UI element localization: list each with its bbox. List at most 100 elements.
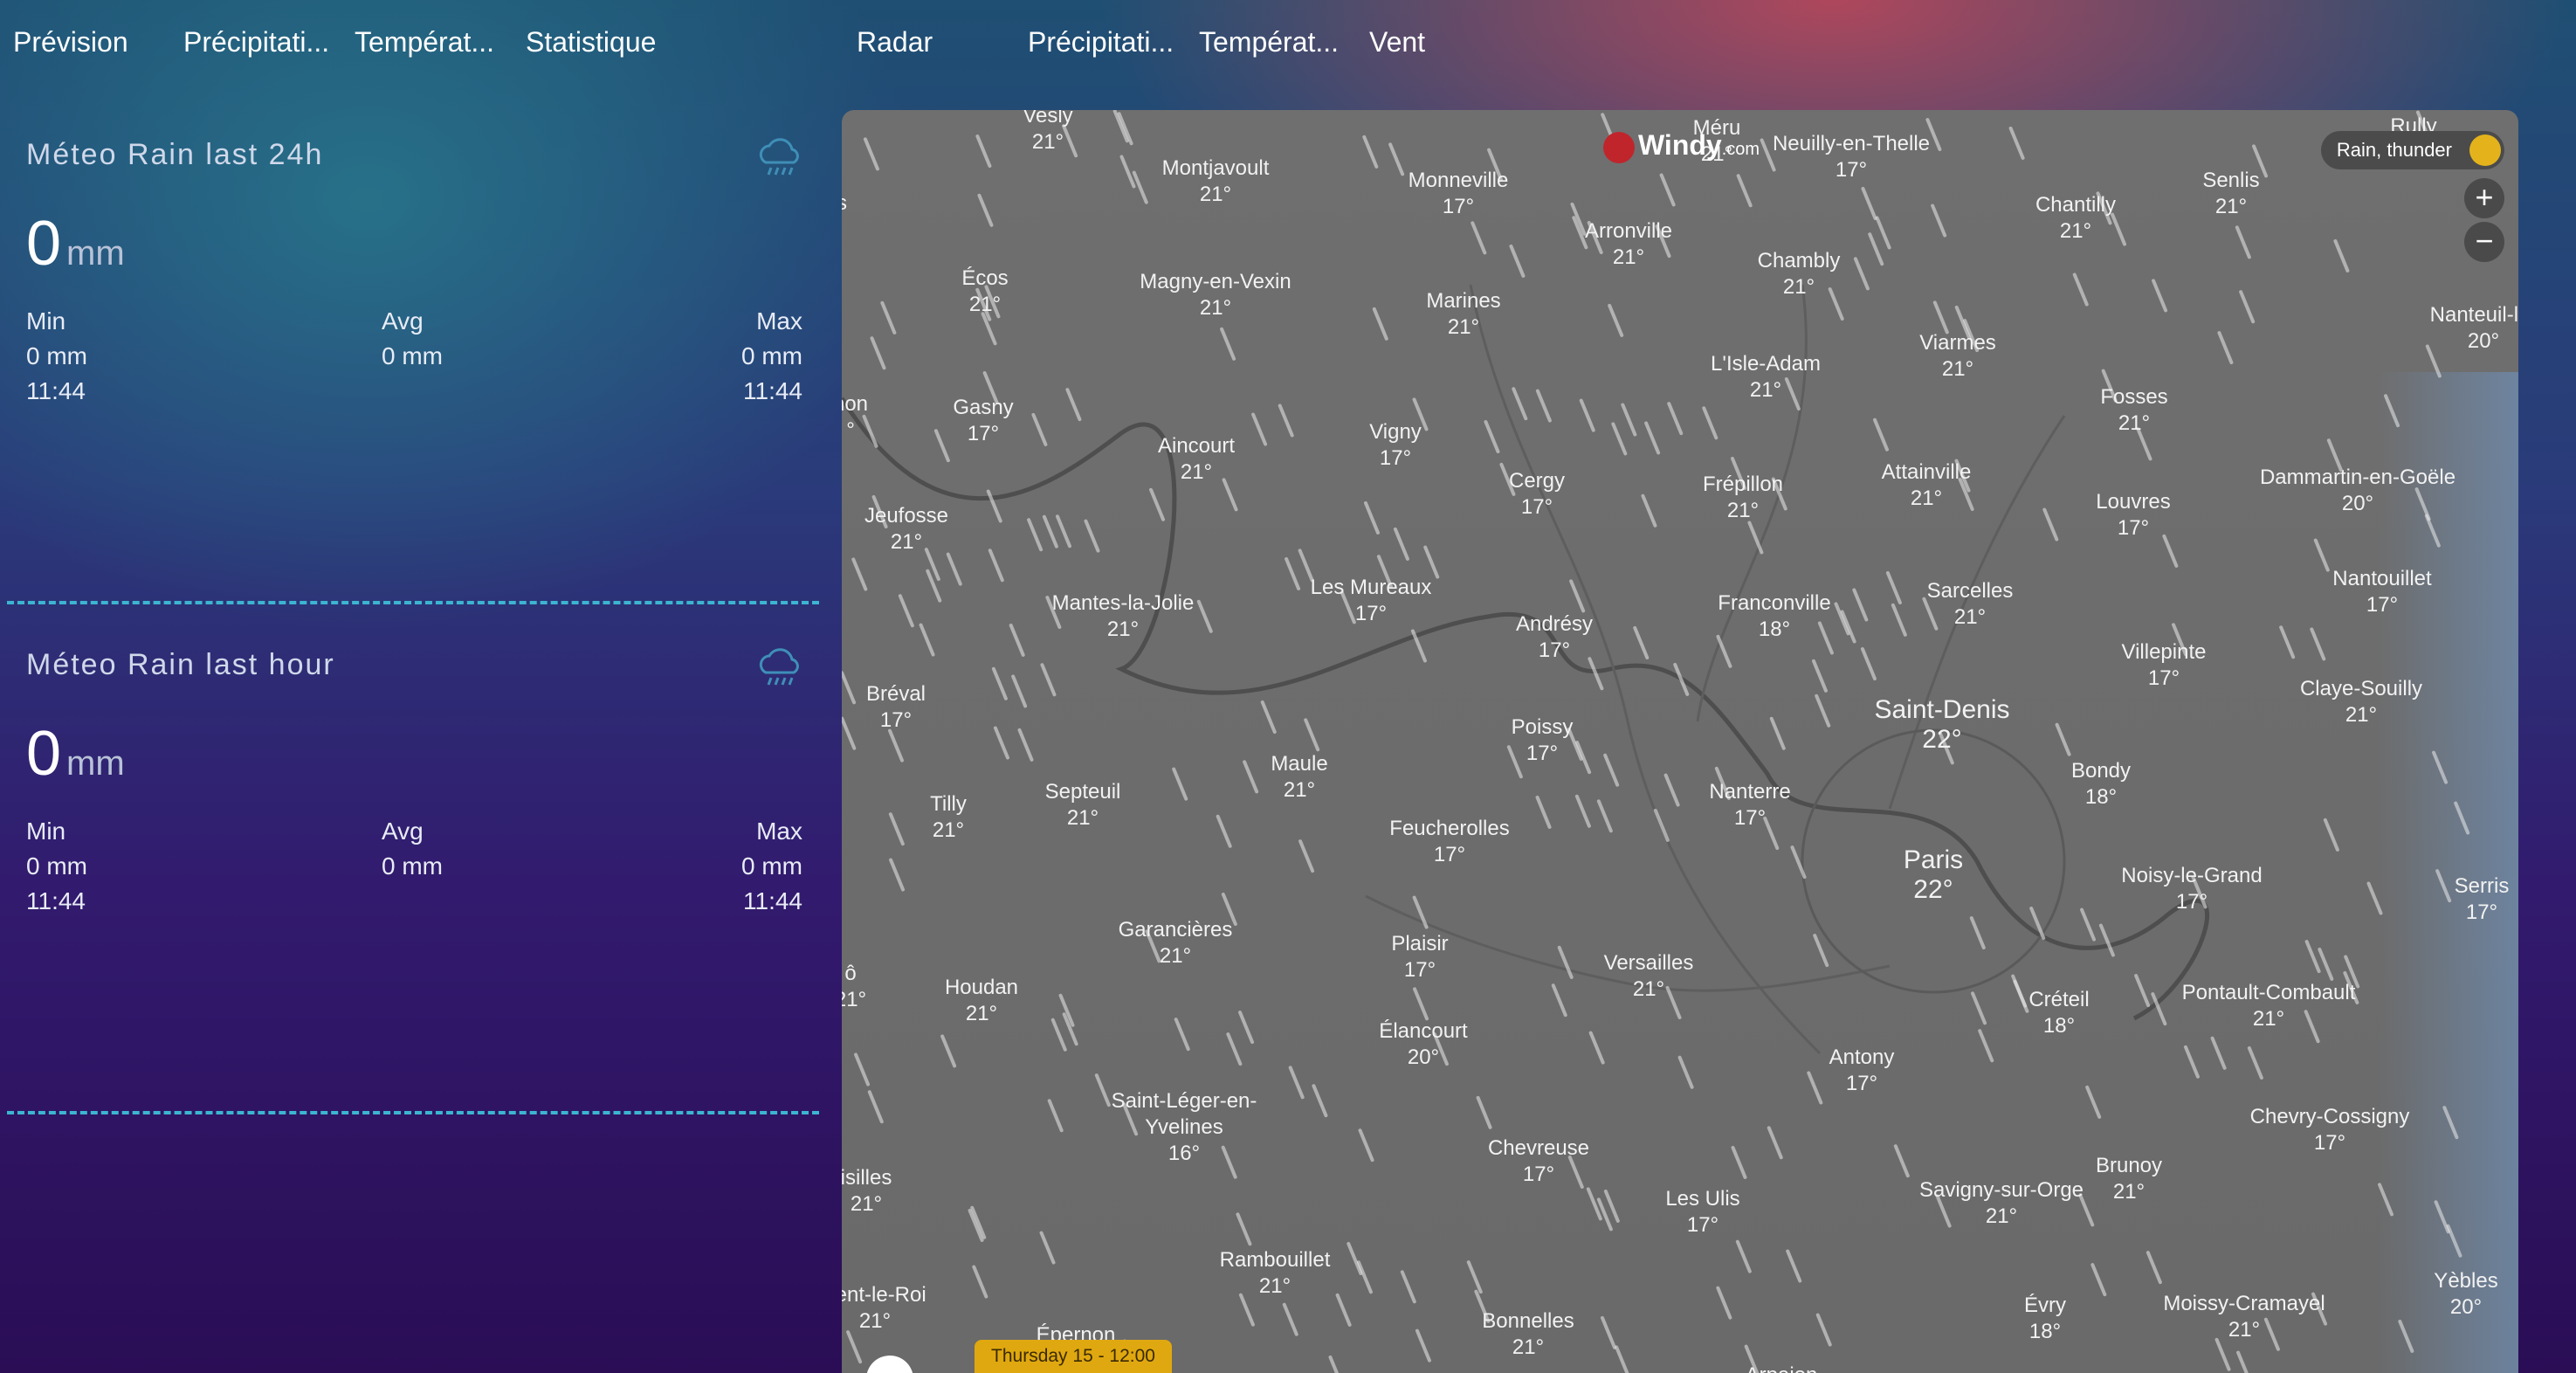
city-label: s	[842, 191, 847, 215]
rain-streak	[1358, 1128, 1374, 1163]
time-label[interactable]: Thursday 15 - 12:00	[975, 1340, 1172, 1373]
rain-streak	[1009, 623, 1025, 657]
rain-streak	[1611, 422, 1628, 456]
city-label: Sarcelles 21°	[1926, 579, 2014, 629]
rain-streak	[2210, 1036, 2227, 1070]
city-label: Louvres 17°	[2096, 490, 2171, 540]
windy-logo: Windy.com	[1603, 129, 1760, 163]
rain-streak	[1119, 155, 1136, 189]
rain-streak	[1304, 718, 1320, 752]
city-label: Septeuil 21°	[1044, 780, 1121, 830]
rain-streak	[1644, 421, 1661, 455]
rain-streak	[1216, 814, 1232, 848]
city-label: Nanterre 17°	[1709, 780, 1791, 830]
rain-streak	[1047, 1099, 1064, 1133]
city-label: non°	[842, 392, 869, 442]
city-label: Feucherolles 17°	[1389, 817, 1510, 866]
city-label: Neuilly-en-Thelle 17°	[1772, 132, 1931, 182]
rain-streak	[1861, 187, 1877, 221]
city-label: Gasny 17°	[953, 396, 1014, 445]
rain-streak	[1731, 1145, 1747, 1179]
legend-rain-thunder[interactable]: Rain, thunder	[2320, 131, 2504, 169]
tab-statistique[interactable]: Statistique	[526, 26, 656, 59]
card-title: Méteo Rain last hour	[26, 648, 335, 681]
city-label: ô21°	[842, 962, 867, 1011]
rain-streak	[2442, 1106, 2459, 1140]
tab-precipitation-left[interactable]: Précipitati...	[183, 26, 329, 59]
rain-streak	[1769, 716, 1786, 750]
city-label: Aincourt 21°	[1157, 434, 1236, 484]
city-label: Serris 17°	[2454, 874, 2510, 924]
city-label: Chevry-Cossigny 17°	[2249, 1105, 2410, 1155]
city-label: Évry 18°	[2024, 1294, 2066, 1343]
city-label: Chevreuse 17°	[1487, 1136, 1590, 1186]
city-label: Marines 21°	[1426, 289, 1501, 339]
rain-streak	[1362, 135, 1379, 169]
rain-streak	[940, 1034, 957, 1068]
rain-streak	[2236, 1350, 2249, 1373]
rain-streak	[1586, 1187, 1602, 1221]
rain-streak	[1509, 244, 1526, 278]
city-label: Magny-en-Vexin 21°	[1140, 270, 1291, 320]
rain-streak	[2011, 974, 2028, 1008]
rain-streak	[1557, 945, 1574, 979]
tab-prevision[interactable]: Prévision	[13, 26, 128, 59]
rain-streak	[988, 549, 1004, 583]
avg-value: 0 mm	[382, 852, 443, 880]
rain-streak	[1149, 487, 1166, 521]
rain-streak	[2304, 940, 2321, 974]
min-label: Min	[26, 818, 66, 845]
rain-streak	[1971, 991, 1987, 1025]
rain-streak	[1017, 728, 1034, 762]
city-label: Houdan 21°	[944, 976, 1019, 1025]
city-label: Cergy 17°	[1508, 469, 1566, 519]
rain-streak	[1172, 767, 1188, 801]
city-label: Montjavoult 21°	[1161, 156, 1270, 206]
rain-total: 0 mm	[26, 719, 125, 789]
tab-temperature-left[interactable]: Températ...	[355, 26, 494, 59]
rain-streak	[1852, 588, 1869, 622]
min-value: 0 mm	[26, 342, 87, 369]
tab-precipitation-right[interactable]: Précipitati...	[1028, 26, 1174, 59]
card-title: Méteo Rain last 24h	[26, 138, 324, 171]
zoom-in-button[interactable]: +	[2464, 178, 2504, 218]
rain-streak	[1932, 300, 1949, 335]
rain-streak	[1285, 556, 1301, 590]
rain-streak	[2446, 1224, 2462, 1258]
rain-streak	[2042, 507, 2059, 542]
rain-streak	[898, 594, 914, 628]
rain-streak	[1084, 519, 1100, 553]
windy-logo-icon	[1603, 131, 1635, 163]
city-label: Vesly 21°	[1023, 110, 1073, 154]
rain-streak	[1400, 1270, 1416, 1304]
rain-streak	[1027, 518, 1043, 552]
max-time: 11:44	[743, 887, 802, 914]
rain-streak	[2085, 1085, 2102, 1119]
rain-streak	[1132, 170, 1148, 204]
city-label: Noisy-le-Grand 17°	[2121, 864, 2263, 914]
zoom-out-button[interactable]: −	[2464, 222, 2504, 262]
rain-streak	[1260, 700, 1277, 735]
city-label: Chambly 21°	[1757, 249, 1841, 299]
max-value: 0 mm	[741, 852, 802, 880]
city-label: Les Ulis 17°	[1665, 1187, 1740, 1237]
city-label: Maule 21°	[1271, 752, 1328, 802]
city-label: Viarmes 21°	[1919, 331, 1996, 381]
rain-streak	[2146, 1251, 2162, 1285]
city-label: Franconville 18°	[1718, 591, 1831, 641]
rain-streak	[1736, 174, 1753, 208]
radar-map[interactable]: Vesly 21° Méru 21° Neuilly-en-Thelle 17° Rully…	[842, 110, 2518, 1373]
rain-streak	[1767, 1126, 1783, 1160]
rain-streak	[2432, 750, 2449, 784]
tab-radar[interactable]: Radar	[857, 26, 933, 59]
rain-streak	[1875, 216, 1891, 250]
rain-streak	[2008, 126, 2025, 160]
tab-vent[interactable]: Vent	[1369, 26, 1425, 59]
rain-streak	[2279, 625, 2296, 659]
rain-streak	[1356, 1260, 1373, 1294]
rain-streak	[1484, 420, 1500, 454]
rain-1h-card: Méteo Rain last hour 0 mm Min Avg Max 0 m…	[0, 648, 825, 1120]
rain-streak	[972, 1265, 988, 1299]
tab-temperature-right[interactable]: Températ...	[1199, 26, 1339, 59]
city-label: Bréval 17°	[865, 682, 926, 732]
